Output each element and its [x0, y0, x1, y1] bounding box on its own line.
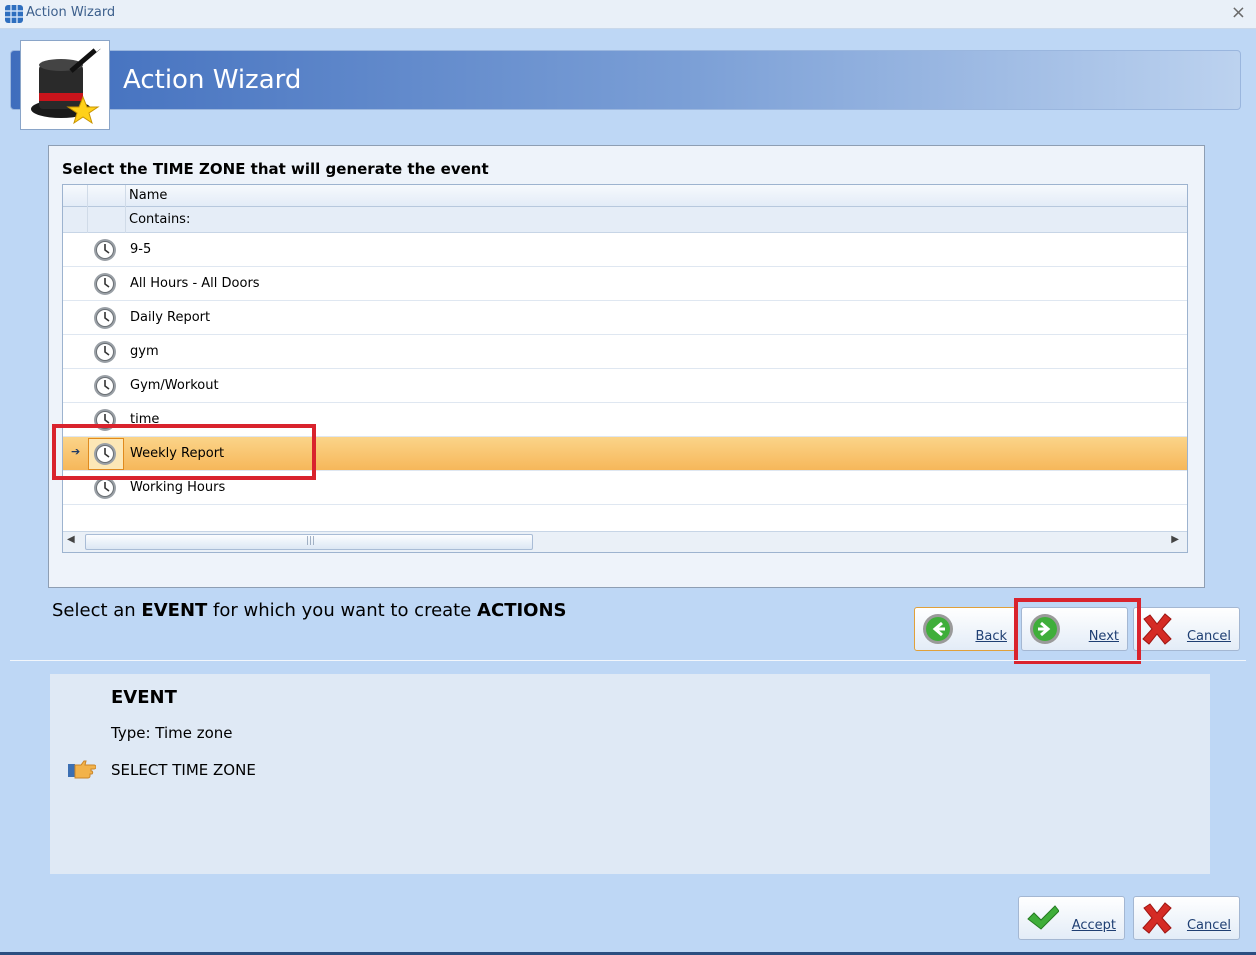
instruction-event: EVENT: [141, 600, 208, 621]
clock-icon: [93, 374, 117, 398]
pointing-hand-icon: [68, 760, 96, 779]
next-button[interactable]: Next: [1021, 607, 1128, 651]
filter-row[interactable]: Contains:: [63, 207, 1187, 233]
scroll-thumb[interactable]: |||: [85, 534, 533, 550]
event-summary-panel: EVENT Type: Time zone SELECT TIME ZONE: [50, 674, 1210, 874]
table-row[interactable]: 9-5: [63, 233, 1187, 267]
table-row[interactable]: ➔ Weekly Report: [63, 437, 1187, 471]
clock-icon: [93, 408, 117, 432]
row-name: Weekly Report: [130, 446, 225, 461]
row-name: All Hours - All Doors: [130, 276, 260, 291]
magic-hat-icon: [31, 43, 103, 125]
footer-cancel-label: Cancel: [1186, 918, 1231, 933]
table-row[interactable]: Working Hours: [63, 471, 1187, 505]
event-type: Type: Time zone: [111, 724, 233, 742]
window-title: Action Wizard: [26, 5, 116, 20]
table-row[interactable]: time: [63, 403, 1187, 437]
grid-rows: 9-5 All Hours - All Doors Daily Report gym G…: [63, 233, 1187, 505]
table-row[interactable]: gym: [63, 335, 1187, 369]
clock-icon: [93, 340, 117, 364]
row-name: time: [130, 412, 160, 427]
close-icon[interactable]: ×: [1231, 2, 1246, 23]
scroll-left-arrow-icon[interactable]: ◀: [67, 534, 75, 545]
next-label: Next: [1088, 629, 1119, 644]
clock-icon: [93, 306, 117, 330]
row-name: Daily Report: [130, 310, 211, 325]
cancel-x-icon: [1142, 613, 1172, 645]
clock-icon: [93, 476, 117, 500]
back-arrow-icon: [923, 614, 953, 644]
instruction-actions: ACTIONS: [477, 600, 567, 621]
clock-icon: [93, 442, 117, 466]
instruction-text: Select an EVENT for which you want to cr…: [52, 600, 567, 621]
accept-label: Accept: [1071, 918, 1116, 933]
row-name: Gym/Workout: [130, 378, 219, 393]
instruction-part: Select an: [52, 600, 142, 621]
accept-button[interactable]: Accept: [1018, 896, 1125, 940]
cancel-button[interactable]: Cancel: [1133, 607, 1240, 651]
event-step: SELECT TIME ZONE: [111, 761, 256, 779]
row-name: 9-5: [130, 242, 152, 257]
row-name: Working Hours: [130, 480, 226, 495]
timezone-grid[interactable]: Name Contains: 9-5 All Hours - All Doors D…: [62, 184, 1188, 553]
back-label: Back: [975, 629, 1007, 644]
table-row[interactable]: Gym/Workout: [63, 369, 1187, 403]
row-name: gym: [130, 344, 159, 359]
wizard-logo: [20, 40, 110, 130]
next-arrow-icon: [1030, 614, 1060, 644]
event-heading: EVENT: [111, 687, 177, 708]
separator: [10, 660, 1246, 661]
banner-title: Action Wizard: [123, 65, 302, 95]
clock-icon: [93, 272, 117, 296]
grid-header: Name: [63, 185, 1187, 207]
table-row[interactable]: All Hours - All Doors: [63, 267, 1187, 301]
instruction-part: for which you want to create: [207, 600, 478, 621]
filter-label: Contains:: [129, 212, 191, 227]
wizard-banner: Action Wizard: [10, 50, 1241, 110]
back-button[interactable]: Back: [914, 607, 1016, 651]
checkmark-icon: [1027, 905, 1059, 930]
app-grid-icon: [5, 5, 23, 23]
row-selector-icon: ➔: [71, 445, 81, 458]
grip-icon: |||: [306, 536, 316, 546]
cancel-x-icon: [1142, 902, 1172, 934]
footer-cancel-button[interactable]: Cancel: [1133, 896, 1240, 940]
horizontal-scrollbar[interactable]: ◀ ||| ▶: [63, 531, 1187, 552]
table-row[interactable]: Daily Report: [63, 301, 1187, 335]
title-bar: Action Wizard ×: [0, 0, 1256, 29]
cancel-label: Cancel: [1186, 629, 1231, 644]
grid-caption: Select the TIME ZONE that will generate …: [62, 160, 489, 178]
timezone-panel: Select the TIME ZONE that will generate …: [48, 145, 1205, 588]
scroll-right-arrow-icon[interactable]: ▶: [1171, 534, 1179, 545]
clock-icon: [93, 238, 117, 262]
column-header-name[interactable]: Name: [129, 188, 167, 203]
